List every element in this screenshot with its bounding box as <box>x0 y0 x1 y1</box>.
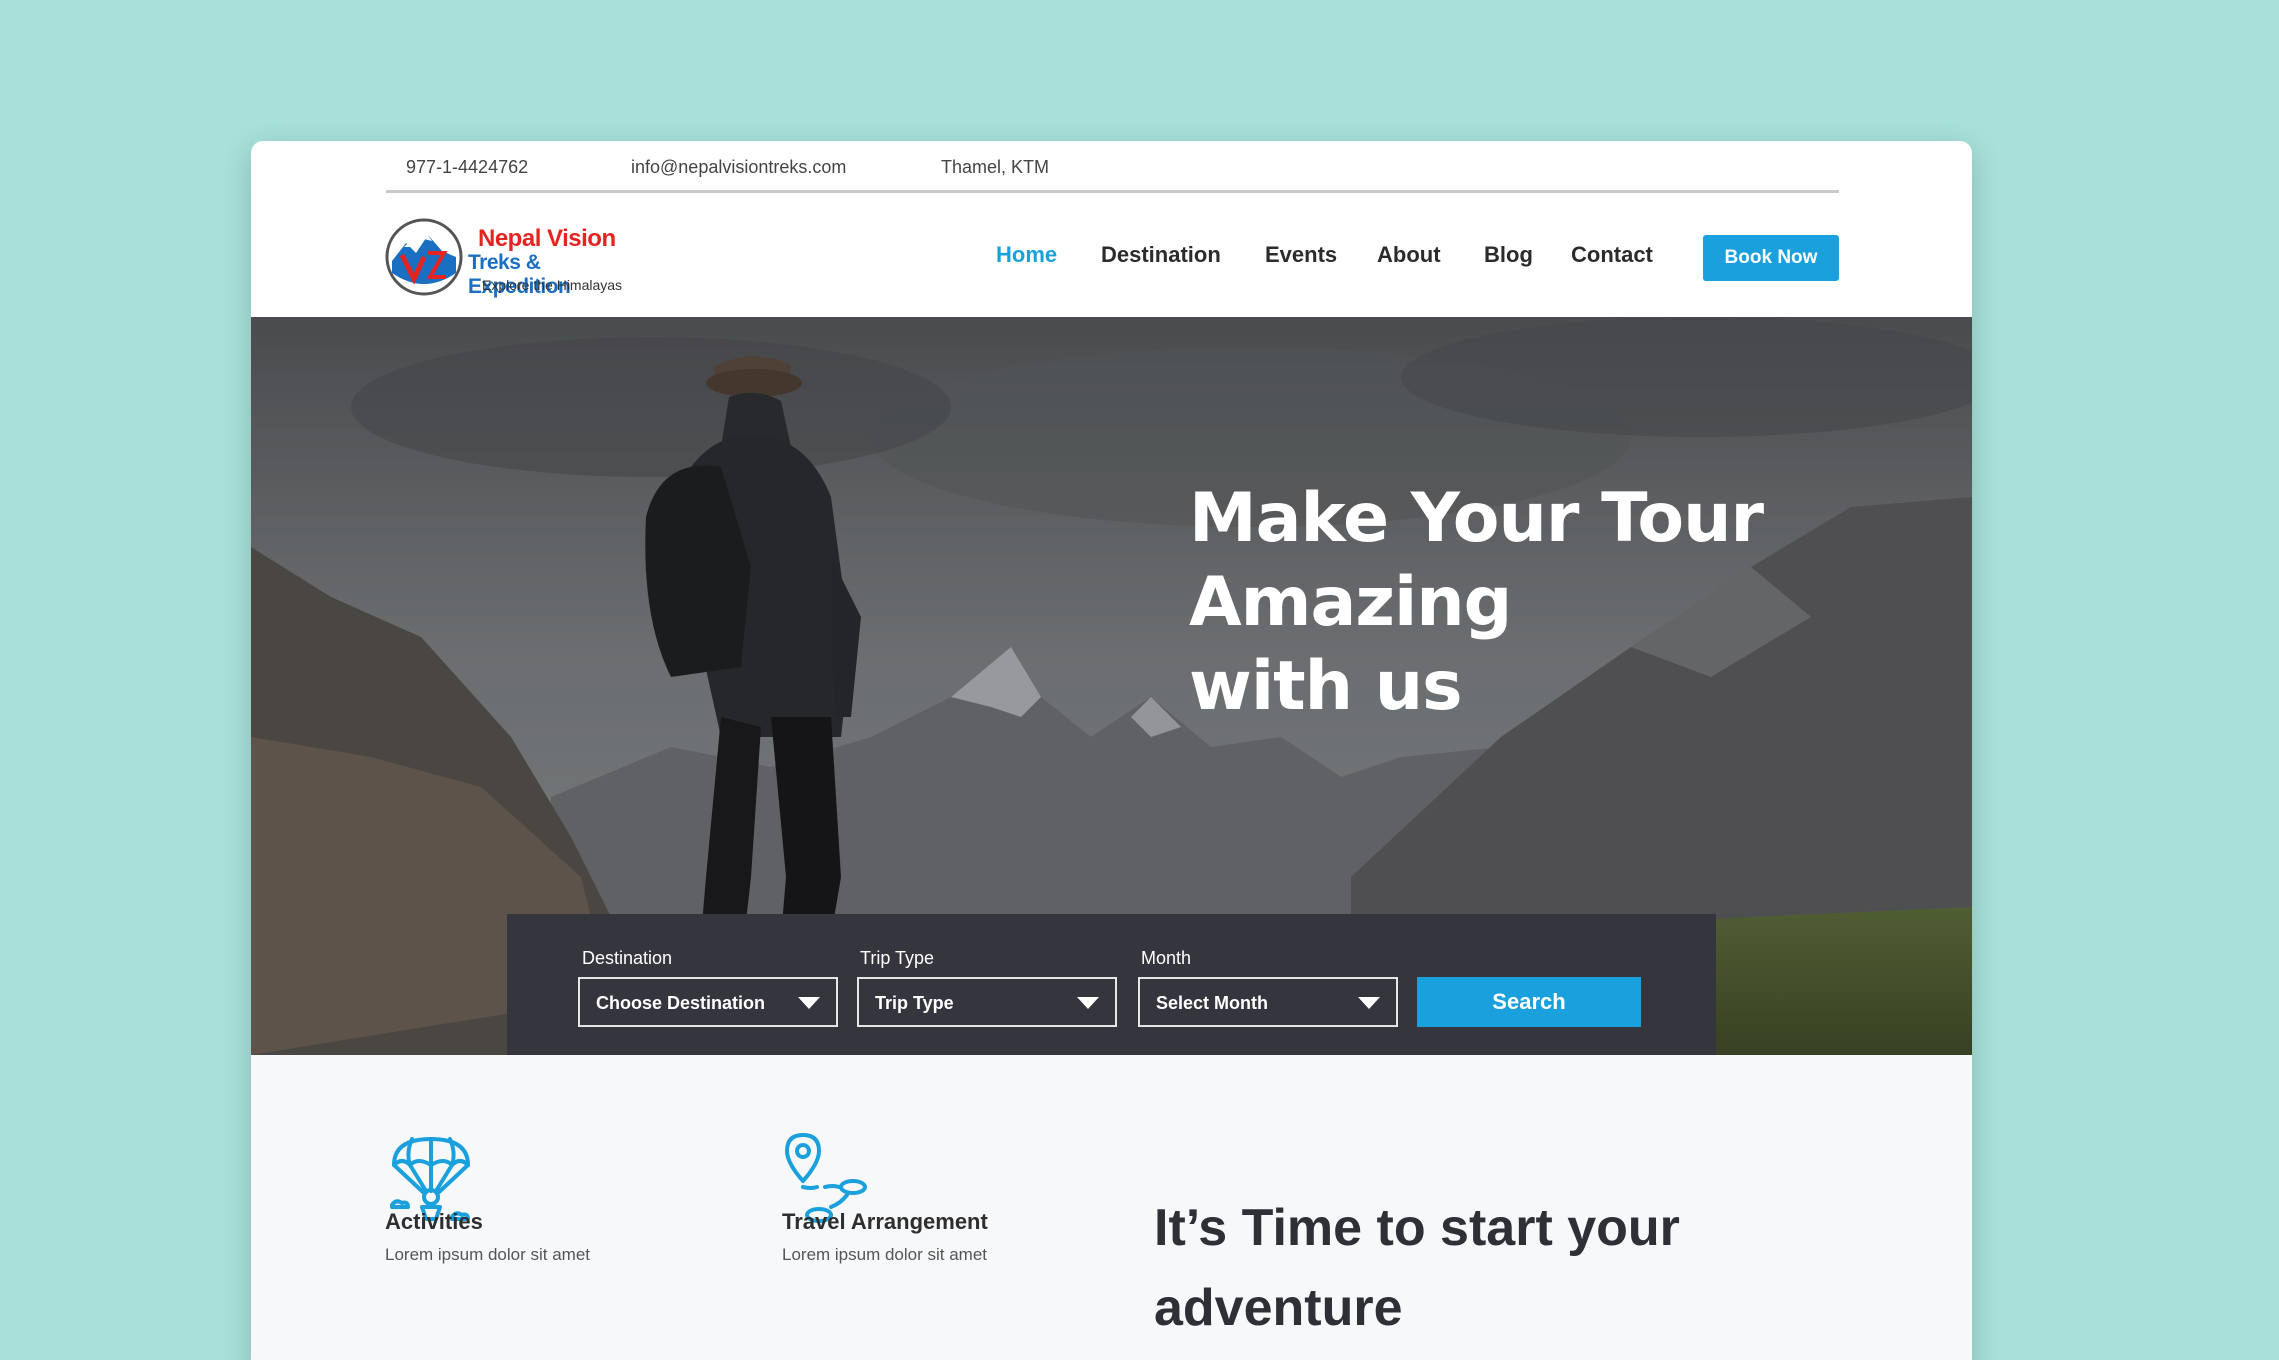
book-now-button[interactable]: Book Now <box>1703 235 1839 281</box>
headline-line: It’s Time to start your <box>1154 1199 1680 1257</box>
search-button[interactable]: Search <box>1417 977 1641 1027</box>
nav-contact[interactable]: Contact <box>1571 242 1653 268</box>
website-window: 977-1-4424762 info@nepalvisiontreks.com … <box>251 141 1972 1360</box>
nav-events[interactable]: Events <box>1265 242 1337 268</box>
phone-number[interactable]: 977-1-4424762 <box>406 157 528 178</box>
nav-blog[interactable]: Blog <box>1484 242 1533 268</box>
email-address[interactable]: info@nepalvisiontreks.com <box>631 157 846 178</box>
feature-title-activities: Activities <box>385 1209 483 1234</box>
logo-title: Nepal Vision <box>478 225 616 252</box>
chevron-down-icon <box>798 997 820 1009</box>
nav-about[interactable]: About <box>1377 242 1441 268</box>
trip-type-label: Trip Type <box>860 948 935 968</box>
hero-title-line: with us <box>1189 647 1463 726</box>
nav-destination[interactable]: Destination <box>1101 242 1221 268</box>
trip-type-select[interactable]: Trip Type <box>857 977 1117 1027</box>
hero-title: Make Your Tour Amazing with us <box>1189 477 1909 729</box>
hero-banner: Make Your Tour Amazing with us Destinati… <box>251 317 1972 1055</box>
hero-title-line: Amazing <box>1189 563 1512 642</box>
chevron-down-icon <box>1358 997 1380 1009</box>
destination-select[interactable]: Choose Destination <box>578 977 838 1027</box>
logo-tagline: Explore the Himalayas <box>482 277 623 293</box>
month-select[interactable]: Select Month <box>1138 977 1398 1027</box>
feature-desc-activities: Lorem ipsum dolor sit amet <box>385 1245 591 1264</box>
feature-desc-travel-arrangement: Lorem ipsum dolor sit amet <box>782 1245 988 1264</box>
feature-title-travel-arrangement: Travel Arrangement <box>782 1209 988 1234</box>
top-info-bar: 977-1-4424762 info@nepalvisiontreks.com … <box>386 141 1839 193</box>
trip-type-select-value: Trip Type <box>875 993 954 1013</box>
month-label: Month <box>1141 948 1192 968</box>
location: Thamel, KTM <box>941 157 1050 177</box>
section-headline: It’s Time to start your adventure <box>1154 1188 1794 1348</box>
headline-line: adventure <box>1154 1279 1403 1337</box>
site-logo[interactable]: Nepal Vision Treks & Expedition Explore … <box>384 217 624 298</box>
month-select-value: Select Month <box>1156 993 1269 1013</box>
trip-search-panel: Destination Choose Destination Trip Type… <box>507 914 1716 1055</box>
logo-emblem-icon <box>385 218 463 296</box>
features-section: Activities Lorem ipsum dolor sit amet Tr… <box>251 1055 1972 1360</box>
nav-home[interactable]: Home <box>996 242 1057 268</box>
destination-select-value: Choose Destination <box>596 993 766 1013</box>
destination-label: Destination <box>582 948 673 968</box>
hero-title-line: Make Your Tour <box>1189 479 1764 558</box>
chevron-down-icon <box>1077 997 1099 1009</box>
